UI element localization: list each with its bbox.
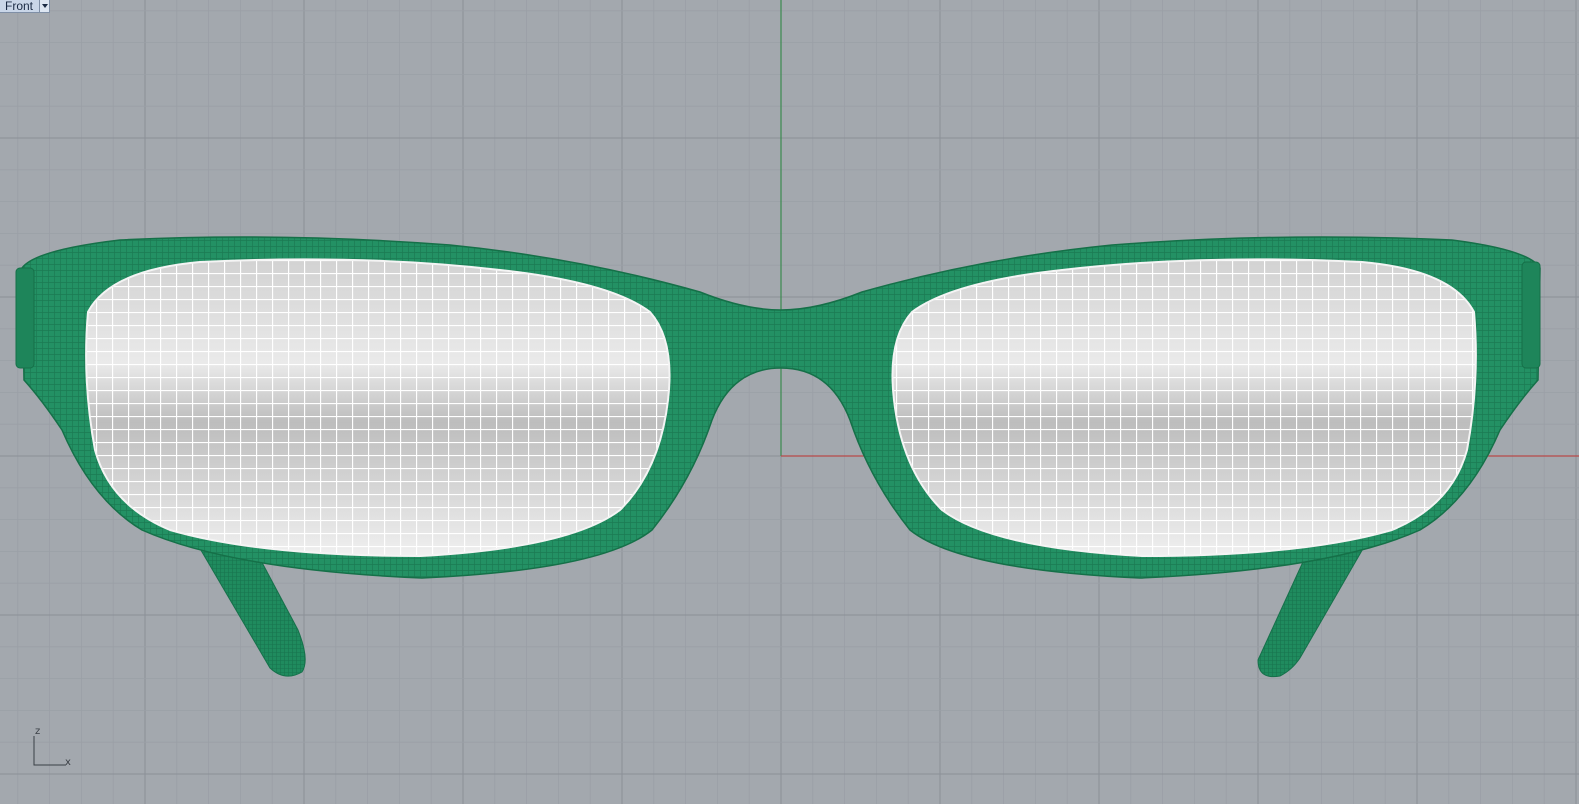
right-lens bbox=[891, 258, 1477, 558]
viewport-title-tab[interactable]: Front bbox=[0, 0, 51, 13]
axis-widget bbox=[33, 736, 66, 766]
axis-z-label: z bbox=[35, 726, 41, 737]
viewport-canvas[interactable] bbox=[0, 0, 1579, 804]
right-hinge bbox=[1521, 261, 1541, 369]
left-lens bbox=[85, 258, 671, 558]
viewport-name[interactable]: Front bbox=[0, 0, 39, 12]
eyeglasses-model[interactable] bbox=[15, 236, 1541, 678]
left-hinge bbox=[15, 267, 35, 369]
chevron-down-icon[interactable] bbox=[39, 0, 50, 12]
front-viewport[interactable]: Front z x bbox=[0, 0, 1579, 804]
axis-widget-lines bbox=[33, 736, 66, 766]
axis-x-label: x bbox=[65, 757, 71, 768]
